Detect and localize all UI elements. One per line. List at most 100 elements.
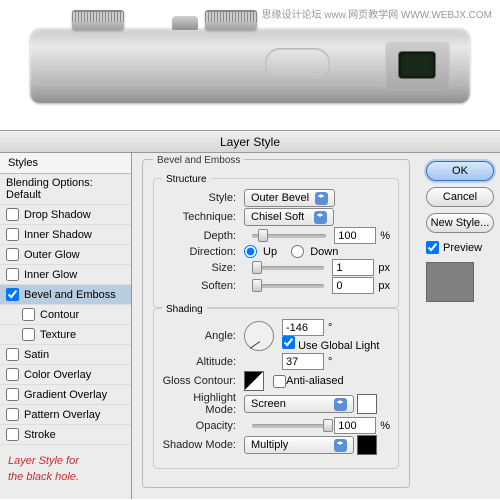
watermark-text: 思缘设计论坛 www.网页教学网 WWW.WEBJX.COM — [261, 6, 492, 21]
altitude-label: Altitude: — [162, 356, 244, 368]
altitude-unit: ° — [328, 356, 332, 368]
pattern-overlay-row[interactable]: Pattern Overlay — [0, 405, 131, 425]
bevel-emboss-label: Bevel and Emboss — [24, 289, 116, 301]
soften-unit: px — [378, 280, 390, 292]
depth-field[interactable] — [334, 227, 376, 244]
satin-checkbox[interactable] — [6, 348, 19, 361]
buttons-panel: OK Cancel New Style... Preview — [420, 153, 500, 499]
drop-shadow-row[interactable]: Drop Shadow — [0, 205, 131, 225]
color-overlay-checkbox[interactable] — [6, 368, 19, 381]
preview-checkbox[interactable] — [426, 241, 439, 254]
highlight-opacity-unit: % — [380, 420, 390, 432]
style-label: Style: — [162, 192, 244, 204]
direction-down-label: Down — [310, 246, 338, 258]
blending-options-label: Blending Options: Default — [6, 177, 125, 201]
blending-options-row[interactable]: Blending Options: Default — [0, 174, 131, 205]
highlight-color-swatch[interactable] — [357, 394, 377, 414]
gloss-contour-picker[interactable] — [244, 371, 264, 391]
texture-checkbox[interactable] — [22, 328, 35, 341]
drop-shadow-checkbox[interactable] — [6, 208, 19, 221]
stroke-row[interactable]: Stroke — [0, 425, 131, 445]
inner-shadow-checkbox[interactable] — [6, 228, 19, 241]
new-style-button[interactable]: New Style... — [426, 213, 494, 233]
global-light-label: Use Global Light — [298, 340, 379, 352]
gradient-overlay-checkbox[interactable] — [6, 388, 19, 401]
inner-glow-label: Inner Glow — [24, 269, 77, 281]
size-slider[interactable] — [252, 266, 324, 270]
antialiased-label: Anti-aliased — [286, 375, 343, 387]
direction-up-radio[interactable] — [244, 245, 257, 258]
inner-glow-checkbox[interactable] — [6, 268, 19, 281]
dialog-title: Layer Style — [0, 131, 500, 153]
camera-dial-left — [72, 10, 124, 30]
depth-label: Depth: — [162, 230, 244, 242]
cancel-button[interactable]: Cancel — [426, 187, 494, 207]
stroke-checkbox[interactable] — [6, 428, 19, 441]
gradient-overlay-row[interactable]: Gradient Overlay — [0, 385, 131, 405]
outer-glow-checkbox[interactable] — [6, 248, 19, 261]
texture-row[interactable]: Texture — [0, 325, 131, 345]
contour-checkbox[interactable] — [22, 308, 35, 321]
satin-row[interactable]: Satin — [0, 345, 131, 365]
soften-field[interactable] — [332, 277, 374, 294]
gloss-contour-label: Gloss Contour: — [162, 375, 244, 387]
highlight-opacity-slider[interactable] — [252, 424, 326, 428]
angle-field[interactable] — [282, 319, 324, 336]
technique-select[interactable]: Chisel Soft — [244, 208, 334, 226]
outer-glow-row[interactable]: Outer Glow — [0, 245, 131, 265]
shadow-mode-value: Multiply — [251, 439, 288, 451]
size-field[interactable] — [332, 259, 374, 276]
size-unit: px — [378, 262, 390, 274]
camera-viewfinder — [385, 40, 450, 90]
gradient-overlay-label: Gradient Overlay — [24, 389, 107, 401]
caption-text: Layer Style forthe black hole. — [8, 452, 79, 484]
style-select[interactable]: Outer Bevel — [244, 189, 335, 207]
global-light-checkbox[interactable] — [282, 336, 295, 349]
technique-label: Technique: — [162, 211, 244, 223]
structure-legend: Structure — [162, 174, 211, 185]
outer-glow-label: Outer Glow — [24, 249, 80, 261]
highlight-mode-label: Highlight Mode: — [162, 392, 244, 416]
antialiased-checkbox[interactable] — [273, 375, 286, 388]
pattern-overlay-checkbox[interactable] — [6, 408, 19, 421]
highlight-mode-select[interactable]: Screen — [244, 395, 354, 413]
altitude-field[interactable] — [282, 353, 324, 370]
direction-up-label: Up — [263, 246, 277, 258]
inner-glow-row[interactable]: Inner Glow — [0, 265, 131, 285]
shading-legend: Shading — [162, 304, 207, 315]
angle-dial[interactable] — [244, 321, 274, 351]
camera-flash — [265, 48, 330, 80]
bevel-emboss-row[interactable]: Bevel and Emboss — [0, 285, 131, 305]
camera-dial-right — [205, 10, 257, 30]
color-overlay-row[interactable]: Color Overlay — [0, 365, 131, 385]
dropdown-arrow-icon — [314, 211, 327, 224]
style-value: Outer Bevel — [251, 192, 309, 204]
contour-label: Contour — [40, 309, 79, 321]
layer-style-dialog: Layer Style Styles Blending Options: Def… — [0, 130, 500, 499]
size-label: Size: — [162, 262, 244, 274]
highlight-opacity-field[interactable] — [334, 417, 376, 434]
angle-unit: ° — [328, 322, 332, 334]
soften-label: Soften: — [162, 280, 244, 292]
depth-slider[interactable] — [252, 234, 326, 238]
pattern-overlay-label: Pattern Overlay — [24, 409, 100, 421]
shadow-color-swatch[interactable] — [357, 435, 377, 455]
dropdown-arrow-icon — [315, 192, 328, 205]
bevel-emboss-checkbox[interactable] — [6, 288, 19, 301]
camera-body — [30, 28, 470, 103]
inner-shadow-row[interactable]: Inner Shadow — [0, 225, 131, 245]
dropdown-arrow-icon — [334, 439, 347, 452]
styles-header[interactable]: Styles — [0, 153, 131, 174]
panel-title: Bevel and Emboss — [153, 155, 244, 166]
highlight-opacity-label: Opacity: — [162, 420, 244, 432]
shadow-mode-select[interactable]: Multiply — [244, 436, 354, 454]
inner-shadow-label: Inner Shadow — [24, 229, 92, 241]
soften-slider[interactable] — [252, 284, 324, 288]
contour-row[interactable]: Contour — [0, 305, 131, 325]
technique-value: Chisel Soft — [251, 211, 304, 223]
ok-button[interactable]: OK — [426, 161, 494, 181]
direction-down-radio[interactable] — [291, 245, 304, 258]
direction-label: Direction: — [162, 246, 244, 258]
texture-label: Texture — [40, 329, 76, 341]
satin-label: Satin — [24, 349, 49, 361]
